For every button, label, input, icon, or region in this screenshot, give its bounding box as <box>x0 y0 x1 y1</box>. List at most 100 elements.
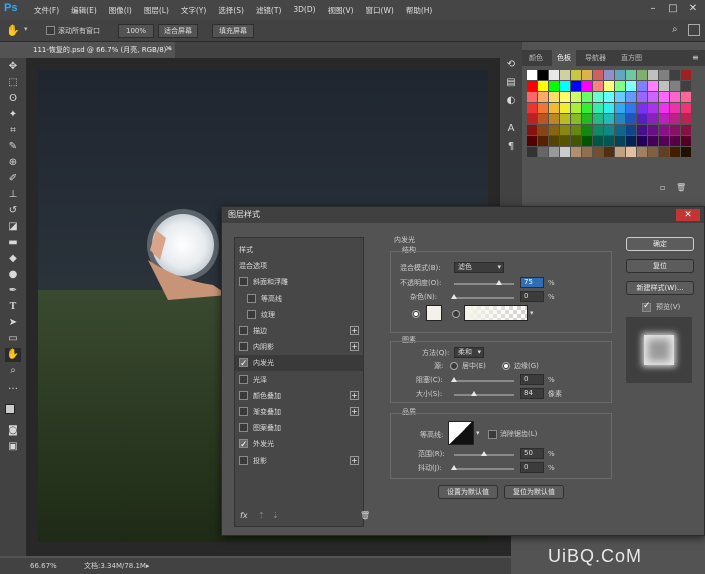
color-swatch[interactable] <box>527 114 537 124</box>
history-brush-tool-icon[interactable]: ↺ <box>5 204 21 218</box>
tool-preset-chevron-icon[interactable]: ▾ <box>24 25 28 33</box>
properties-panel-icon[interactable]: ▤ <box>503 76 519 90</box>
color-swatch[interactable] <box>549 92 559 102</box>
style-checkbox[interactable] <box>239 407 248 416</box>
color-swatch[interactable] <box>571 125 581 135</box>
solid-color-radio[interactable] <box>412 310 420 318</box>
color-swatch[interactable] <box>560 147 570 157</box>
color-swatch[interactable] <box>571 81 581 91</box>
opacity-input[interactable]: 75 <box>520 277 544 288</box>
scroll-all-windows-checkbox[interactable] <box>46 26 55 35</box>
choke-input[interactable]: 0 <box>520 374 544 385</box>
fit-screen-button[interactable]: 适合屏幕 <box>158 24 198 38</box>
color-swatch[interactable] <box>681 103 691 113</box>
color-swatch[interactable] <box>659 70 669 80</box>
color-swatch[interactable] <box>538 125 548 135</box>
style-list-item[interactable]: 光泽 <box>235 372 363 388</box>
dialog-close-button[interactable]: ✕ <box>676 209 700 221</box>
color-swatch[interactable] <box>593 103 603 113</box>
color-swatch[interactable] <box>593 92 603 102</box>
style-list-item[interactable]: 外发光 <box>235 436 363 453</box>
color-swatch[interactable] <box>560 70 570 80</box>
color-swatch[interactable] <box>549 125 559 135</box>
color-swatch[interactable] <box>637 125 647 135</box>
color-swatch[interactable] <box>626 147 636 157</box>
zoom-tool-icon[interactable]: ⌕ <box>5 364 21 378</box>
range-input[interactable]: 50 <box>520 448 544 459</box>
search-icon[interactable]: ⌕ <box>672 24 678 35</box>
color-swatch[interactable] <box>538 147 548 157</box>
color-swatch[interactable] <box>571 92 581 102</box>
close-icon[interactable]: ✕ <box>686 3 700 16</box>
color-swatch[interactable] <box>615 92 625 102</box>
more-tools-icon[interactable]: … <box>5 380 21 394</box>
color-swatch[interactable] <box>571 70 581 80</box>
minimize-icon[interactable]: – <box>646 3 660 16</box>
menu-item[interactable]: 文件(F) <box>28 5 65 16</box>
color-swatch[interactable] <box>626 70 636 80</box>
color-swatch[interactable] <box>615 136 625 146</box>
color-swatch[interactable] <box>604 147 614 157</box>
blur-tool-icon[interactable]: ◆ <box>5 252 21 266</box>
color-swatch[interactable] <box>560 125 570 135</box>
color-swatch[interactable] <box>637 70 647 80</box>
color-swatch[interactable] <box>538 136 548 146</box>
style-checkbox[interactable] <box>239 390 248 400</box>
color-swatch[interactable] <box>527 103 537 113</box>
noise-slider[interactable] <box>454 297 514 299</box>
style-checkbox[interactable] <box>239 277 248 287</box>
new-style-button[interactable]: 新建样式(W)... <box>626 281 694 295</box>
color-swatch[interactable] <box>670 81 680 91</box>
glow-color-swatch[interactable] <box>426 305 442 321</box>
dialog-titlebar[interactable]: 图层样式 <box>222 207 704 223</box>
color-swatch[interactable] <box>549 103 559 113</box>
color-swatch[interactable] <box>604 136 614 146</box>
gradient-chevron-icon[interactable]: ▾ <box>530 309 534 317</box>
color-swatch[interactable] <box>527 125 537 135</box>
color-swatch[interactable] <box>593 81 603 91</box>
jitter-slider-thumb[interactable] <box>451 465 457 470</box>
color-swatch[interactable] <box>604 92 614 102</box>
style-list-item[interactable]: 投影 + <box>235 453 363 469</box>
style-list-item[interactable]: 渐变叠加 + <box>235 404 363 420</box>
style-list-item[interactable]: 混合选项 <box>235 258 363 274</box>
add-effect-icon[interactable]: + <box>350 390 359 400</box>
move-tool-icon[interactable]: ✥ <box>5 60 21 74</box>
crop-tool-icon[interactable]: ⌗ <box>5 124 21 138</box>
color-swatch[interactable] <box>681 136 691 146</box>
character-panel-icon[interactable]: A <box>503 122 519 136</box>
style-checkbox[interactable] <box>247 309 256 319</box>
color-swatch[interactable] <box>637 103 647 113</box>
color-swatch[interactable] <box>604 81 614 91</box>
glow-gradient-preview[interactable] <box>464 305 528 321</box>
color-swatch[interactable] <box>538 103 548 113</box>
style-checkbox[interactable] <box>239 356 248 372</box>
color-swatch[interactable] <box>549 147 559 157</box>
zoom-level[interactable]: 66.67% <box>30 558 57 574</box>
history-panel-icon[interactable]: ⟲ <box>503 58 519 72</box>
style-list-item[interactable]: 图案叠加 <box>235 420 363 436</box>
menu-item[interactable]: 滤镜(T) <box>250 5 287 16</box>
new-swatch-icon[interactable]: ▫ <box>660 183 665 192</box>
brush-tool-icon[interactable]: ✐ <box>5 172 21 186</box>
menu-item[interactable]: 帮助(H) <box>400 5 439 16</box>
color-swatch[interactable] <box>659 136 669 146</box>
add-effect-icon[interactable]: + <box>350 455 359 465</box>
color-swatch[interactable] <box>538 92 548 102</box>
style-list-item[interactable]: 描边 + <box>235 323 363 339</box>
style-checkbox[interactable] <box>247 293 256 303</box>
jitter-slider[interactable] <box>454 468 514 470</box>
reset-default-button[interactable]: 复位为默认值 <box>504 485 564 499</box>
color-swatch[interactable] <box>538 70 548 80</box>
style-checkbox[interactable] <box>239 423 248 433</box>
source-edge-radio[interactable] <box>502 362 510 370</box>
style-list-item[interactable]: 等高线 <box>235 291 363 307</box>
color-swatch[interactable] <box>604 114 614 124</box>
add-effect-icon[interactable]: + <box>350 342 359 352</box>
paragraph-panel-icon[interactable]: ¶ <box>503 140 519 154</box>
color-swatch[interactable] <box>593 125 603 135</box>
adjustments-panel-icon[interactable]: ◐ <box>503 94 519 108</box>
menu-item[interactable]: 文字(Y) <box>175 5 212 16</box>
stamp-tool-icon[interactable]: ⊥ <box>5 188 21 202</box>
color-swatch[interactable] <box>615 81 625 91</box>
